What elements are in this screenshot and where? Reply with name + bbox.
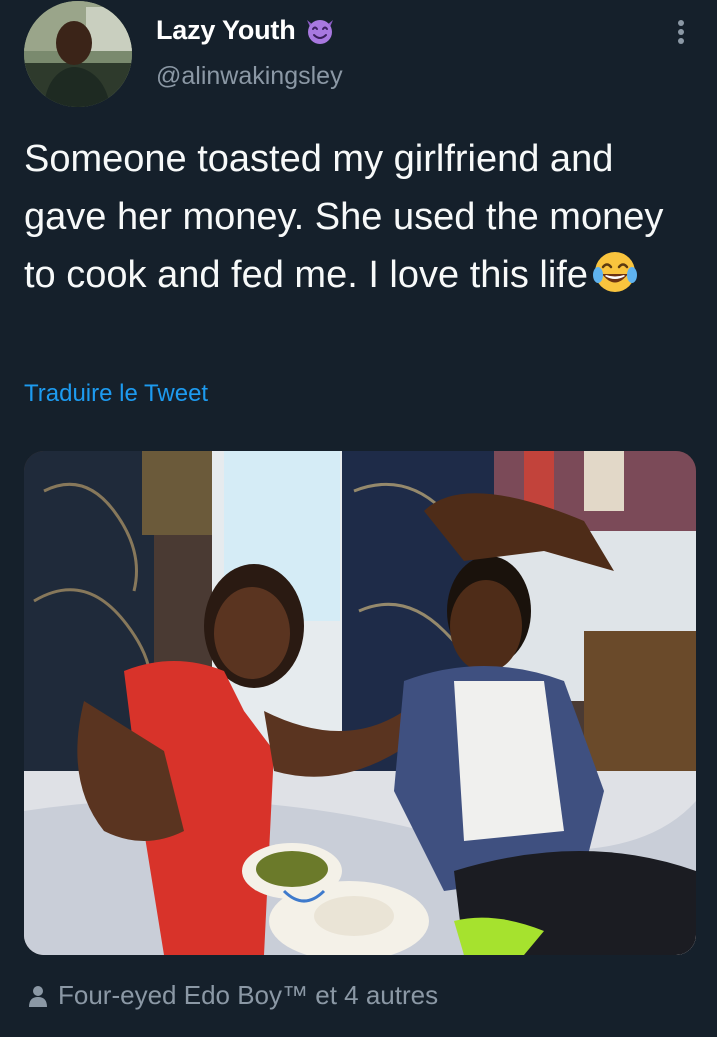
photo-image [24,451,696,955]
avatar-image [24,1,132,107]
tweet-text: Someone toasted my girlfriend and gave h… [24,130,694,304]
tagged-people-label[interactable]: Four-eyed Edo Boy™ et 4 autres [58,980,438,1011]
person-icon [29,985,47,1007]
author-handle[interactable]: @alinwakingsley [156,62,343,91]
tagged-people[interactable]: Four-eyed Edo Boy™ et 4 autres [28,980,438,1011]
author-display-name[interactable]: Lazy Youth [156,15,296,46]
author-name-row[interactable]: Lazy Youth [156,12,336,48]
more-options-icon[interactable] [671,16,691,48]
tweet-photo[interactable] [24,451,696,955]
smiling-devil-emoji-icon [306,20,333,44]
translate-tweet-link[interactable]: Traduire le Tweet [24,380,208,408]
tweet-text-body: Someone toasted my girlfriend and gave h… [24,138,664,296]
face-with-tears-of-joy-emoji-icon [592,252,637,292]
author-avatar[interactable] [24,1,132,107]
